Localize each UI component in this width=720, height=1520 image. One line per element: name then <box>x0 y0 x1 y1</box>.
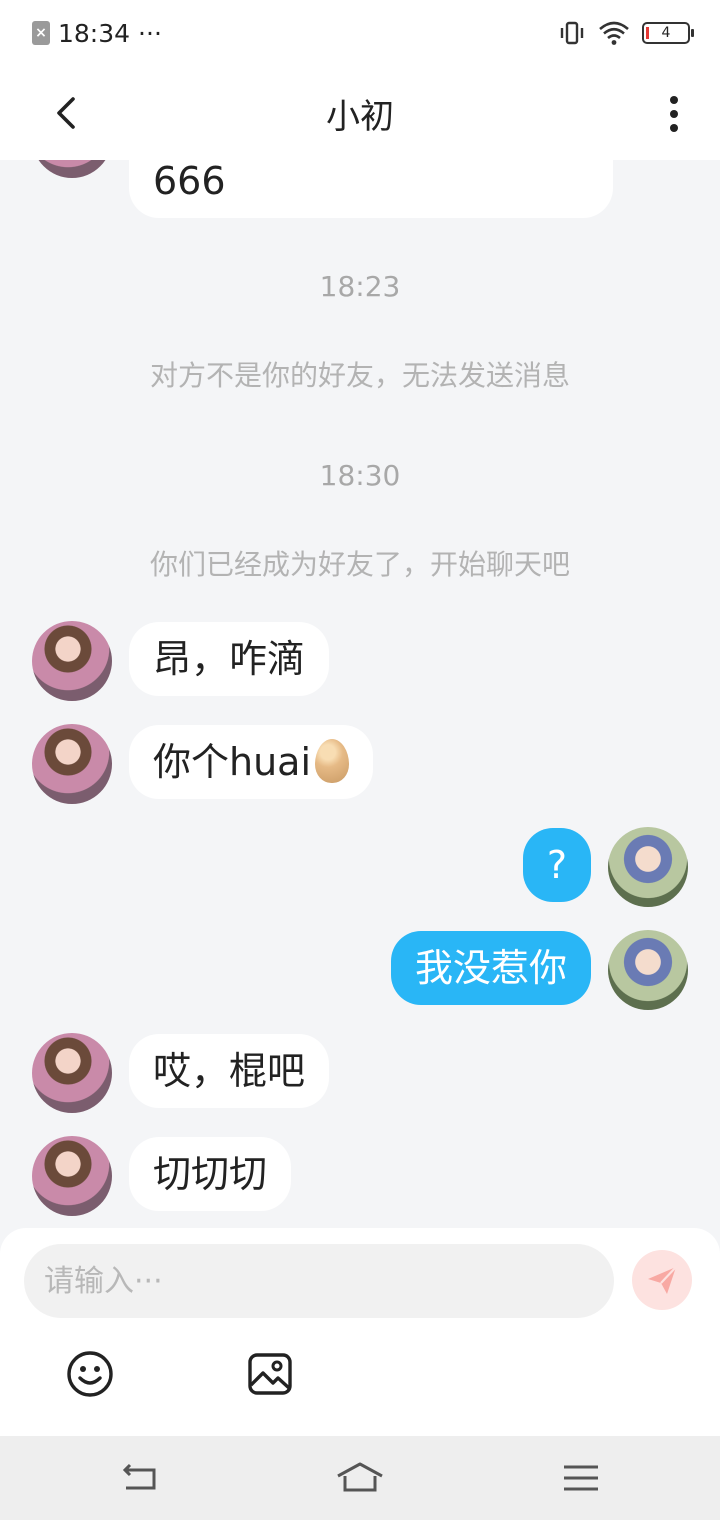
nav-menu-button[interactable] <box>557 1458 605 1498</box>
image-button[interactable] <box>246 1350 294 1398</box>
message-input[interactable] <box>24 1244 614 1318</box>
status-left: × 18:34 ··· <box>32 19 162 48</box>
message-text: 切切切 <box>153 1152 268 1196</box>
timestamp: 18:23 <box>319 270 401 303</box>
more-options-button[interactable] <box>658 92 690 136</box>
message-bubble-incoming[interactable]: 666 <box>129 160 613 218</box>
message-text: 昂，咋滴 <box>153 637 306 681</box>
system-message: 对方不是你的好友，无法发送消息 <box>149 359 570 392</box>
paper-plane-icon <box>648 1266 677 1294</box>
message-bubble-incoming[interactable]: 昂，咋滴 <box>129 622 330 696</box>
smiley-icon <box>67 1351 113 1397</box>
back-button[interactable] <box>46 91 90 135</box>
wifi-icon <box>599 21 629 45</box>
nav-home-button[interactable] <box>336 1458 384 1498</box>
message-bubble-outgoing[interactable]: ? <box>522 828 591 902</box>
avatar-contact[interactable] <box>32 724 112 804</box>
avatar-contact[interactable] <box>32 621 112 701</box>
message-bubble-incoming[interactable]: 哎，棍吧 <box>129 1034 330 1108</box>
system-nav-bar <box>0 1436 720 1520</box>
nav-back-icon <box>122 1463 156 1490</box>
message-text: 你个huai <box>153 740 312 784</box>
avatar-contact[interactable] <box>32 160 112 178</box>
message-bubble-incoming[interactable]: 你个huai <box>129 725 374 799</box>
avatar-self[interactable] <box>608 827 688 907</box>
chat-messages[interactable]: 666 18:23 对方不是你的好友，无法发送消息 18:30 你们已经成为好友… <box>0 160 720 1228</box>
chat-header: 小初 <box>0 66 720 160</box>
battery-indicator: 4 <box>642 22 694 44</box>
nav-menu-icon <box>564 1465 598 1491</box>
vibrate-icon <box>560 21 584 45</box>
egg-emoji-icon <box>315 739 350 783</box>
emoji-button[interactable] <box>66 1350 114 1398</box>
message-text: 哎，棍吧 <box>153 1049 306 1093</box>
send-button[interactable] <box>632 1250 692 1310</box>
system-message: 你们已经成为好友了，开始聊天吧 <box>149 548 570 581</box>
page-title: 小初 <box>326 96 394 137</box>
nav-back-button[interactable] <box>116 1458 164 1498</box>
more-vertical-icon <box>670 96 678 132</box>
nav-home-icon <box>337 1462 383 1492</box>
message-bubble-incoming[interactable]: 切切切 <box>129 1137 292 1211</box>
status-time: 18:34 <box>58 18 131 48</box>
avatar-self[interactable] <box>608 930 688 1010</box>
message-bubble-outgoing[interactable]: 我没惹你 <box>390 931 591 1005</box>
notification-icon: × <box>32 21 50 45</box>
timestamp: 18:30 <box>319 459 401 492</box>
message-text: ? <box>546 843 567 887</box>
status-bar: × 18:34 ··· 4 <box>0 0 720 66</box>
image-icon <box>248 1353 292 1395</box>
message-text: 我没惹你 <box>414 946 567 990</box>
status-right: 4 <box>558 20 694 46</box>
input-panel <box>0 1228 720 1436</box>
status-more-notifications: ··· <box>138 18 162 48</box>
chevron-left-icon <box>57 97 75 129</box>
avatar-contact[interactable] <box>32 1033 112 1113</box>
message-text: 666 <box>153 160 226 203</box>
avatar-contact[interactable] <box>32 1136 112 1216</box>
battery-level: 4 <box>661 25 671 41</box>
